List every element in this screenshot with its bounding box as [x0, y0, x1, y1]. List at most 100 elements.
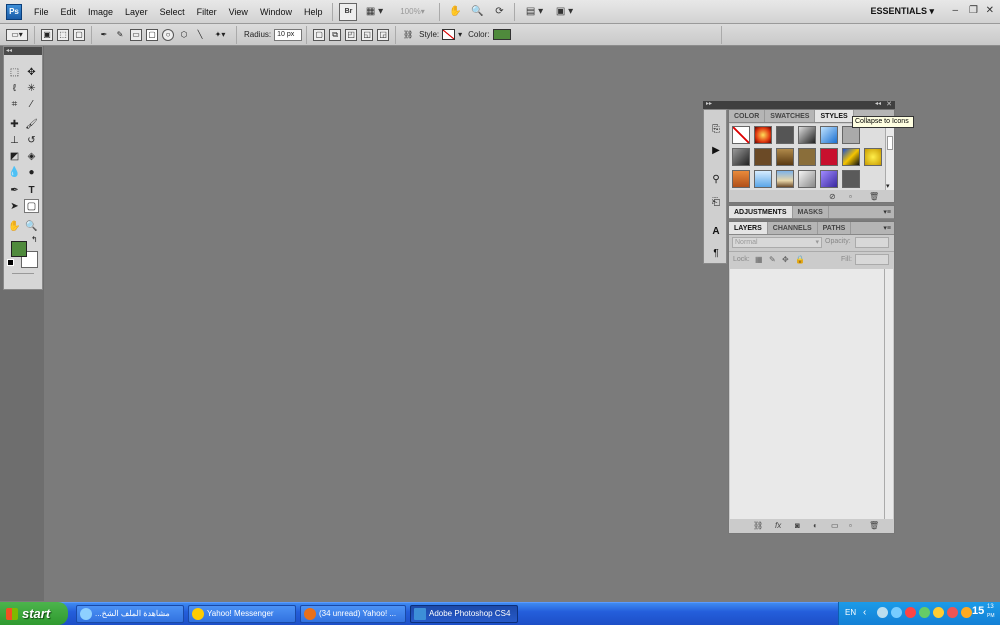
- intersect-shape-icon[interactable]: ◱: [361, 28, 374, 41]
- menu-help[interactable]: Help: [298, 0, 329, 24]
- foreground-color[interactable]: [11, 241, 27, 257]
- tab-layers[interactable]: LAYERS: [729, 222, 768, 234]
- path-selection-icon[interactable]: ➤: [7, 199, 22, 213]
- style-swatch[interactable]: [732, 148, 750, 166]
- menu-file[interactable]: File: [28, 0, 55, 24]
- lasso-icon[interactable]: ℓ: [7, 81, 22, 95]
- clock-hour[interactable]: 15: [972, 605, 984, 617]
- taskbar-item-firefox[interactable]: (34 unread) Yahoo! ...: [300, 605, 406, 623]
- style-swatch[interactable]: [776, 126, 794, 144]
- tray-icon[interactable]: [933, 607, 944, 618]
- rectangle-shape-icon[interactable]: ▭: [130, 28, 142, 41]
- tray-icon[interactable]: [947, 607, 958, 618]
- new-shape-layer-icon[interactable]: ▢: [313, 28, 326, 41]
- fill-input[interactable]: [855, 254, 889, 265]
- subtract-shape-icon[interactable]: ◰: [345, 28, 358, 41]
- chevron-down-icon[interactable]: ▾: [458, 30, 462, 39]
- crop-icon[interactable]: ⌗: [7, 97, 22, 111]
- trash-icon[interactable]: 🗑: [869, 192, 879, 201]
- eraser-icon[interactable]: ◩: [7, 149, 22, 163]
- zoom-tool-icon[interactable]: 🔍: [24, 219, 39, 233]
- style-swatch[interactable]: [842, 170, 860, 188]
- style-swatch[interactable]: [842, 148, 860, 166]
- style-swatch[interactable]: [732, 170, 750, 188]
- hand-icon[interactable]: ✋: [446, 3, 464, 21]
- blur-icon[interactable]: 💧: [7, 165, 22, 179]
- menu-image[interactable]: Image: [82, 0, 119, 24]
- history-brush-icon[interactable]: ↺: [24, 133, 39, 147]
- close-dock-icon[interactable]: ✕: [886, 100, 892, 108]
- brush-icon[interactable]: 🖌: [24, 117, 39, 131]
- pen-tool-icon[interactable]: ✒: [7, 183, 22, 197]
- opacity-input[interactable]: [855, 237, 889, 248]
- tray-icon[interactable]: [905, 607, 916, 618]
- expand-dock-icon[interactable]: ▸▸: [706, 100, 712, 107]
- ellipse-icon[interactable]: ○: [162, 28, 174, 41]
- tray-icon[interactable]: [877, 607, 888, 618]
- rotate-view-icon[interactable]: ⟳: [490, 3, 508, 21]
- swap-colors-icon[interactable]: ↰: [31, 235, 38, 244]
- tab-paths[interactable]: PATHS: [818, 222, 852, 234]
- rounded-rectangle-icon[interactable]: ▢: [146, 28, 158, 41]
- zoom-level-dropdown[interactable]: 100% ▾: [391, 3, 433, 21]
- layers-list[interactable]: [730, 269, 884, 519]
- menu-select[interactable]: Select: [154, 0, 191, 24]
- chevron-down-icon[interactable]: ▾: [886, 182, 890, 190]
- clone-source-panel-icon[interactable]: ⎗: [708, 195, 724, 209]
- tab-adjustments[interactable]: ADJUSTMENTS: [729, 206, 793, 218]
- paragraph-panel-icon[interactable]: ¶: [708, 246, 724, 260]
- bridge-button[interactable]: Br: [339, 2, 358, 21]
- style-swatch[interactable]: [864, 148, 882, 166]
- taskbar-item-ie[interactable]: مشاهدة الملف الشخ...: [76, 605, 184, 623]
- paint-bucket-icon[interactable]: ◈: [24, 149, 39, 163]
- expand-tray-icon[interactable]: ‹: [863, 607, 866, 618]
- menu-layer[interactable]: Layer: [119, 0, 154, 24]
- exclude-shape-icon[interactable]: ◲: [377, 28, 390, 41]
- lock-all-icon[interactable]: 🔒: [795, 255, 805, 264]
- clone-stamp-icon[interactable]: ⊥: [7, 133, 22, 147]
- add-to-shape-icon[interactable]: ⧉: [329, 28, 342, 41]
- style-swatch[interactable]: [776, 148, 794, 166]
- tray-icon[interactable]: [919, 607, 930, 618]
- paths-icon[interactable]: ⬚: [57, 28, 69, 41]
- tray-icon[interactable]: [961, 607, 972, 618]
- lock-position-icon[interactable]: ✥: [782, 255, 789, 264]
- tool-preset-picker[interactable]: ▭▾: [6, 28, 28, 41]
- freeform-pen-icon[interactable]: ✎: [114, 29, 126, 41]
- workspace-switcher[interactable]: ESSENTIALS ▾: [870, 6, 934, 17]
- link-layers-icon[interactable]: ⛓: [753, 521, 763, 530]
- view-extras-button[interactable]: ▦ ▾: [361, 3, 387, 21]
- hand-tool-icon[interactable]: ✋: [7, 219, 22, 233]
- menu-window[interactable]: Window: [254, 0, 298, 24]
- panel-menu-icon[interactable]: ▾≡: [883, 222, 894, 234]
- magic-wand-icon[interactable]: ✳: [24, 81, 39, 95]
- style-swatch[interactable]: [754, 148, 772, 166]
- tab-masks[interactable]: MASKS: [793, 206, 829, 218]
- close-icon[interactable]: ✕: [986, 5, 994, 16]
- restore-icon[interactable]: ❐: [969, 5, 978, 16]
- style-swatch[interactable]: [820, 148, 838, 166]
- default-colors-icon[interactable]: [7, 259, 14, 266]
- menu-view[interactable]: View: [223, 0, 254, 24]
- lock-transparency-icon[interactable]: ▦: [755, 255, 763, 264]
- language-indicator[interactable]: EN: [845, 608, 856, 617]
- taskbar-item-yahoo-messenger[interactable]: Yahoo! Messenger: [188, 605, 296, 623]
- move-icon[interactable]: ✥: [24, 65, 39, 79]
- style-none[interactable]: [732, 126, 750, 144]
- link-icon[interactable]: ⛓: [402, 29, 414, 41]
- pen-icon[interactable]: ✒: [98, 29, 110, 41]
- panel-menu-icon[interactable]: ▾≡: [883, 206, 894, 218]
- style-swatch[interactable]: [798, 126, 816, 144]
- line-icon[interactable]: ╲: [194, 29, 206, 41]
- new-style-icon[interactable]: ▫: [849, 192, 852, 201]
- menu-edit[interactable]: Edit: [55, 0, 83, 24]
- style-swatch[interactable]: [820, 170, 838, 188]
- type-icon[interactable]: T: [24, 183, 39, 197]
- tray-icon[interactable]: [891, 607, 902, 618]
- style-swatch[interactable]: [754, 126, 772, 144]
- style-picker[interactable]: [442, 29, 456, 40]
- new-group-icon[interactable]: ▭: [831, 521, 839, 530]
- shape-color-swatch[interactable]: [492, 29, 511, 40]
- zoom-icon[interactable]: 🔍: [468, 3, 486, 21]
- rounded-rectangle-tool-icon[interactable]: ▢: [24, 199, 39, 213]
